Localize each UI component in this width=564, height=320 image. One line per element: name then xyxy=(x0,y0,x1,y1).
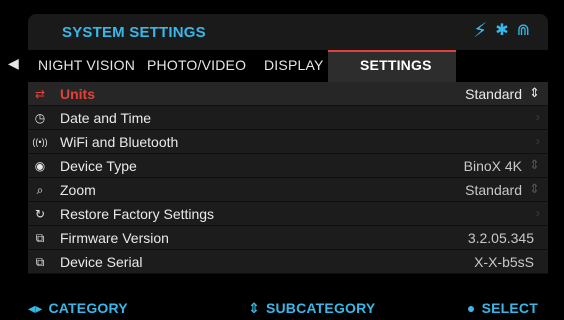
hint-category-label: CATEGORY xyxy=(48,300,128,316)
hint-select-label: SELECT xyxy=(481,300,538,316)
wifi-icon: ⋒ xyxy=(516,22,530,39)
system-settings-screen: SYSTEM SETTINGS ⚡ ✱ ⋒ ◀ NIGHT VISION PHO… xyxy=(0,0,564,320)
tab-photo-video[interactable]: PHOTO/VIDEO xyxy=(147,57,246,73)
bluetooth-icon: ✱ xyxy=(495,22,509,39)
up-down-caret-icon[interactable]: ⇕ xyxy=(529,85,540,101)
wifi-bluetooth-icon: ((•)) xyxy=(32,137,48,147)
chevron-right-icon: › xyxy=(535,133,540,148)
setting-label: Date and Time xyxy=(60,110,152,126)
up-down-arrow-icon: ⇕ xyxy=(248,300,260,316)
device-serial-value: X-X-b5sS xyxy=(474,254,534,270)
device-type-icon: ◉ xyxy=(34,159,46,173)
tab-night-vision[interactable]: NIGHT VISION xyxy=(38,57,135,73)
setting-label: Device Type xyxy=(60,158,137,174)
zoom-icon: ⌕ xyxy=(36,182,44,197)
setting-row-firmware-version: ⧉ Firmware Version 3.2.05.345 xyxy=(28,226,548,250)
tab-display[interactable]: DISPLAY xyxy=(264,57,324,73)
tab-settings[interactable]: SETTINGS xyxy=(360,57,432,73)
setting-label: Units xyxy=(60,86,95,102)
hint-category: ◂▸ CATEGORY xyxy=(28,300,128,317)
setting-label: Restore Factory Settings xyxy=(60,206,215,222)
firmware-version-value: 3.2.05.345 xyxy=(467,230,534,246)
setting-row-zoom[interactable]: ⌕ Zoom Standard ⇕ xyxy=(28,178,548,202)
setting-label: Firmware Version xyxy=(60,230,169,246)
setting-label: WiFi and Bluetooth xyxy=(60,134,179,150)
clock-icon: ◷ xyxy=(34,111,46,125)
select-dot-icon: ● xyxy=(466,300,476,316)
setting-label: Zoom xyxy=(60,182,96,198)
restore-icon: ↻ xyxy=(34,207,46,221)
chevron-right-icon: › xyxy=(535,205,540,220)
left-right-arrow-icon: ◂▸ xyxy=(28,300,43,316)
up-down-caret-icon[interactable]: ⇕ xyxy=(529,181,540,197)
setting-label: Device Serial xyxy=(60,254,143,270)
setting-value: Standard xyxy=(465,86,522,102)
settings-list: ⇄ Units Standard ⇕ ◷ Date and Time › ((•… xyxy=(28,82,548,274)
page-title: SYSTEM SETTINGS xyxy=(62,24,206,41)
firmware-chip-icon: ⧉ xyxy=(35,230,45,245)
back-arrow-icon[interactable]: ◀ xyxy=(8,55,24,75)
setting-value: Standard xyxy=(465,182,522,198)
serial-chip-icon: ⧉ xyxy=(35,254,45,269)
setting-row-device-serial: ⧉ Device Serial X-X-b5sS xyxy=(28,250,548,274)
hint-subcategory-label: SUBCATEGORY xyxy=(265,300,376,316)
setting-row-device-type[interactable]: ◉ Device Type BinoX 4K ⇕ xyxy=(28,154,548,178)
setting-row-wifi-bluetooth[interactable]: ((•)) WiFi and Bluetooth › xyxy=(28,130,548,154)
tab-bar: ◀ NIGHT VISION PHOTO/VIDEO DISPLAY SETTI… xyxy=(0,50,564,82)
setting-row-units[interactable]: ⇄ Units Standard ⇕ xyxy=(28,82,548,106)
header-bar: SYSTEM SETTINGS ⚡ ✱ ⋒ xyxy=(28,14,548,50)
up-down-caret-icon[interactable]: ⇕ xyxy=(529,157,540,173)
units-icon: ⇄ xyxy=(34,87,46,101)
setting-row-restore-factory[interactable]: ↻ Restore Factory Settings › xyxy=(28,202,548,226)
chevron-right-icon: › xyxy=(535,109,540,124)
footer-hints: ◂▸ CATEGORY ⇕ SUBCATEGORY ● SELECT xyxy=(28,292,548,320)
setting-row-date-time[interactable]: ◷ Date and Time › xyxy=(28,106,548,130)
status-icons: ⚡ ✱ ⋒ xyxy=(473,20,530,42)
hint-subcategory: ⇕ SUBCATEGORY xyxy=(248,300,375,317)
setting-value: BinoX 4K xyxy=(463,158,522,174)
power-icon: ⚡ xyxy=(473,20,488,42)
hint-select: ● SELECT xyxy=(467,300,538,316)
